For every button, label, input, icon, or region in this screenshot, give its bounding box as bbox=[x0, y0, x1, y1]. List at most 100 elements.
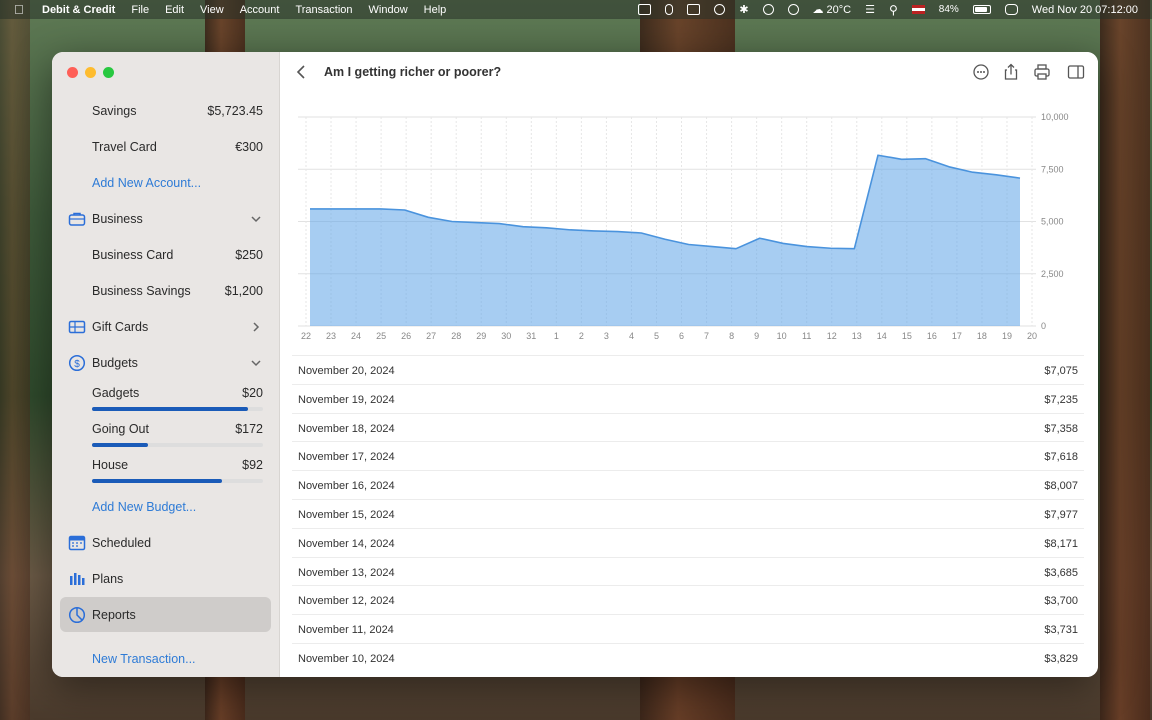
battery-percent: 84% bbox=[938, 4, 959, 15]
row-value: $7,618 bbox=[1044, 451, 1078, 464]
row-value: $3,685 bbox=[1044, 566, 1078, 579]
bar-chart-icon bbox=[70, 573, 85, 585]
x-tick-label: 14 bbox=[877, 331, 887, 341]
app-menu[interactable]: Debit & Credit bbox=[42, 4, 115, 16]
x-tick-label: 3 bbox=[604, 331, 609, 341]
bluetooth-icon[interactable]: ✱ bbox=[739, 3, 748, 16]
list-item[interactable]: November 18, 2024 $7,358 bbox=[292, 412, 1084, 442]
calendar-icon bbox=[68, 535, 86, 551]
new-transaction-link[interactable]: New Transaction... bbox=[52, 645, 280, 673]
list-item[interactable]: November 10, 2024 $3,829 bbox=[292, 642, 1084, 672]
row-value: $7,075 bbox=[1044, 365, 1078, 377]
menu-view[interactable]: View bbox=[200, 4, 224, 16]
list-item[interactable]: November 15, 2024 $7,977 bbox=[292, 498, 1084, 528]
battery-icon[interactable] bbox=[972, 5, 991, 14]
flag-icon[interactable] bbox=[911, 5, 925, 14]
menu-bar:  Debit & Credit File Edit View Account … bbox=[0, 0, 1152, 19]
user-icon[interactable] bbox=[787, 4, 799, 15]
sidebar-item-business-savings[interactable]: Business Savings $1,200 bbox=[52, 277, 280, 305]
budget-label: House bbox=[92, 458, 129, 472]
keyboard-icon[interactable] bbox=[687, 4, 701, 15]
add-account-link[interactable]: Add New Account... bbox=[52, 169, 280, 197]
sidebar-item-amount: $5,723.45 bbox=[207, 104, 263, 118]
sidebar-section-label: Business bbox=[92, 212, 143, 226]
list-item[interactable]: November 12, 2024 $3,700 bbox=[292, 585, 1084, 614]
menu-clock[interactable]: Wed Nov 20 07:12:00 bbox=[1032, 4, 1138, 16]
row-date: November 10, 2024 bbox=[298, 652, 395, 665]
chevron-down-icon[interactable] bbox=[250, 213, 262, 225]
x-tick-label: 19 bbox=[1002, 331, 1012, 341]
y-tick-label: 2,500 bbox=[1041, 269, 1064, 279]
budget-progress-bar bbox=[92, 479, 263, 483]
sidebar-section-business[interactable]: Business bbox=[52, 205, 280, 233]
menu-window[interactable]: Window bbox=[369, 4, 408, 16]
sidebar-item-scheduled[interactable]: Scheduled bbox=[52, 529, 280, 557]
sidebar-section-budgets[interactable]: $ Budgets bbox=[52, 349, 280, 377]
row-date: November 16, 2024 bbox=[298, 480, 395, 493]
row-date: November 13, 2024 bbox=[298, 566, 395, 579]
x-tick-label: 31 bbox=[526, 331, 536, 341]
menu-account[interactable]: Account bbox=[240, 4, 280, 16]
x-tick-label: 27 bbox=[426, 331, 436, 341]
chevron-right-icon[interactable] bbox=[250, 321, 262, 333]
chevron-down-icon[interactable] bbox=[250, 357, 262, 369]
row-date: November 18, 2024 bbox=[298, 422, 395, 435]
search-icon[interactable]: ⚲ bbox=[889, 3, 898, 17]
list-item[interactable]: November 14, 2024 $8,171 bbox=[292, 527, 1084, 557]
background-tree bbox=[1100, 0, 1150, 720]
sidebar-toggle-icon[interactable] bbox=[1067, 63, 1085, 81]
list-item[interactable]: November 17, 2024 $7,618 bbox=[292, 441, 1084, 470]
list-item[interactable]: November 11, 2024 $3,731 bbox=[292, 614, 1084, 643]
sidebar-item-travel-card[interactable]: Travel Card €300 bbox=[52, 133, 280, 161]
status-app-icon[interactable] bbox=[638, 4, 652, 15]
apple-menu-icon[interactable]:  bbox=[14, 2, 28, 17]
list-item[interactable]: November 19, 2024 $7,235 bbox=[292, 383, 1084, 413]
x-tick-label: 1 bbox=[554, 331, 559, 341]
row-value: $7,977 bbox=[1044, 508, 1078, 521]
x-tick-label: 9 bbox=[754, 331, 759, 341]
control-center-icon[interactable] bbox=[1004, 4, 1018, 15]
weather-widget[interactable]: ☁ 20°C bbox=[813, 3, 852, 17]
budget-item-gadgets[interactable]: Gadgets $20 bbox=[52, 379, 280, 407]
menu-help[interactable]: Help bbox=[424, 4, 447, 16]
menu-transaction[interactable]: Transaction bbox=[295, 4, 352, 16]
menu-edit[interactable]: Edit bbox=[165, 4, 184, 16]
series-area bbox=[310, 155, 1020, 326]
sidebar-item-plans[interactable]: Plans bbox=[52, 565, 280, 593]
x-tick-label: 15 bbox=[902, 331, 912, 341]
sidebar-section-label: Budgets bbox=[92, 356, 138, 370]
list-item[interactable]: November 16, 2024 $8,007 bbox=[292, 470, 1084, 499]
window-controls bbox=[67, 67, 114, 78]
row-date: November 15, 2024 bbox=[298, 508, 395, 521]
list-item[interactable]: November 20, 2024 $7,075 bbox=[292, 355, 1084, 384]
budget-item-house[interactable]: House $92 bbox=[52, 451, 280, 479]
wifi-icon[interactable]: ☰ bbox=[865, 3, 875, 16]
add-budget-link[interactable]: Add New Budget... bbox=[52, 493, 280, 521]
password-icon[interactable] bbox=[714, 4, 726, 15]
zoom-button[interactable] bbox=[103, 67, 114, 78]
sidebar-item-reports[interactable]: Reports bbox=[52, 601, 280, 629]
list-item[interactable]: November 13, 2024 $3,685 bbox=[292, 556, 1084, 586]
sidebar-item-business-card[interactable]: Business Card $250 bbox=[52, 241, 280, 269]
x-tick-label: 6 bbox=[679, 331, 684, 341]
x-tick-label: 8 bbox=[729, 331, 734, 341]
sidebar-item-amount: €300 bbox=[235, 140, 263, 154]
sidebar-section-gift-cards[interactable]: Gift Cards bbox=[52, 313, 280, 341]
back-chevron-icon[interactable] bbox=[294, 64, 308, 80]
share-icon[interactable] bbox=[1002, 63, 1020, 81]
sidebar-item-label: Reports bbox=[92, 608, 136, 622]
budget-item-going-out[interactable]: Going Out $172 bbox=[52, 415, 280, 443]
x-tick-label: 28 bbox=[451, 331, 461, 341]
more-options-icon[interactable] bbox=[972, 63, 990, 81]
minimize-button[interactable] bbox=[85, 67, 96, 78]
menu-file[interactable]: File bbox=[131, 4, 149, 16]
dollar-circle-icon: $ bbox=[68, 354, 86, 372]
paperclip-icon[interactable] bbox=[665, 4, 674, 15]
briefcase-icon bbox=[68, 212, 86, 226]
close-button[interactable] bbox=[67, 67, 78, 78]
print-icon[interactable] bbox=[1033, 63, 1051, 81]
balance-history-list: November 20, 2024 $7,075 November 19, 2024… bbox=[292, 355, 1084, 672]
x-tick-label: 5 bbox=[654, 331, 659, 341]
time-machine-icon[interactable] bbox=[762, 4, 774, 15]
sidebar-item-savings[interactable]: Savings $5,723.45 bbox=[52, 97, 280, 125]
